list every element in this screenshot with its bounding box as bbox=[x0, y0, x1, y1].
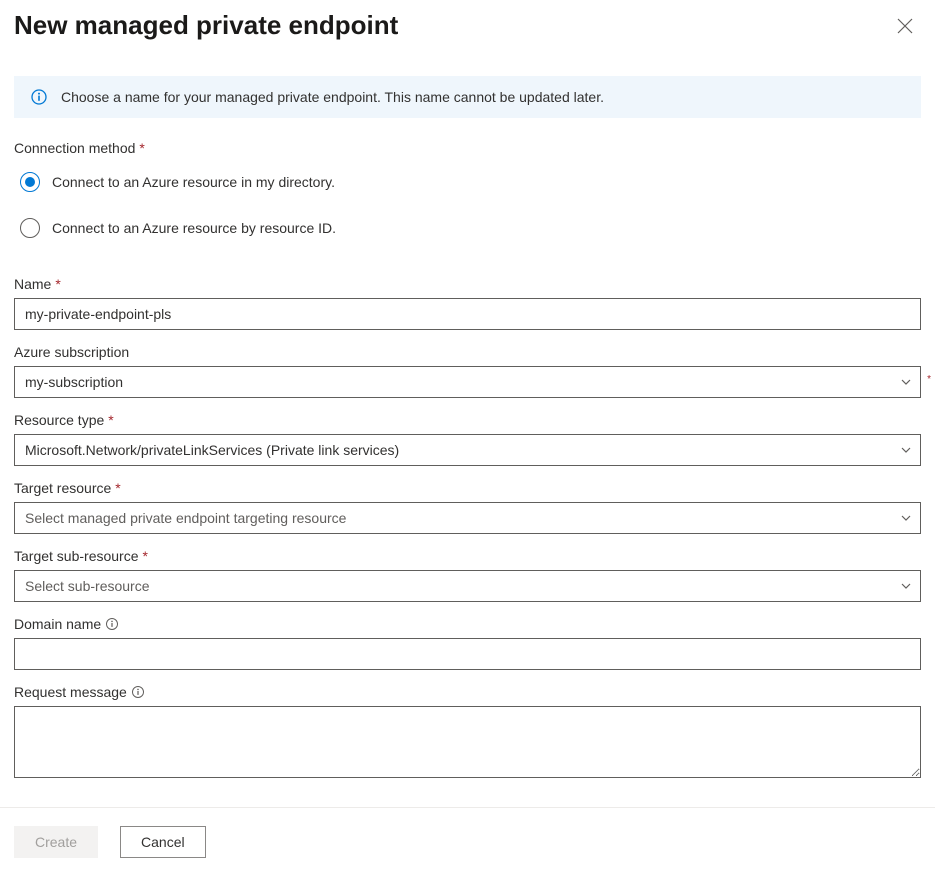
subscription-value: my-subscription bbox=[25, 374, 123, 390]
chevron-down-icon bbox=[900, 376, 912, 388]
domain-name-label-row: Domain name bbox=[14, 616, 921, 632]
info-banner-text: Choose a name for your managed private e… bbox=[61, 89, 604, 105]
target-subresource-placeholder: Select sub-resource bbox=[25, 578, 150, 594]
connection-method-label-row: Connection method * bbox=[14, 140, 921, 156]
target-subresource-label-row: Target sub-resource * bbox=[14, 548, 921, 564]
connection-method-label: Connection method bbox=[14, 140, 135, 156]
close-button[interactable] bbox=[893, 14, 917, 41]
domain-name-label: Domain name bbox=[14, 616, 101, 632]
request-message-textarea[interactable] bbox=[14, 706, 921, 778]
target-subresource-label: Target sub-resource bbox=[14, 548, 139, 564]
required-indicator: * bbox=[143, 549, 148, 563]
connection-method-option-resource-id[interactable]: Connect to an Azure resource by resource… bbox=[14, 210, 921, 246]
target-subresource-select[interactable]: Select sub-resource bbox=[14, 570, 921, 602]
panel-body: Choose a name for your managed private e… bbox=[0, 46, 935, 807]
name-label: Name bbox=[14, 276, 51, 292]
required-indicator: * bbox=[55, 277, 60, 291]
resource-type-label: Resource type bbox=[14, 412, 104, 428]
request-message-label-row: Request message bbox=[14, 684, 921, 700]
chevron-down-icon bbox=[900, 444, 912, 456]
subscription-label: Azure subscription bbox=[14, 344, 129, 360]
radio-icon bbox=[20, 172, 40, 192]
panel-title: New managed private endpoint bbox=[14, 8, 398, 42]
panel-footer: Create Cancel bbox=[0, 807, 935, 882]
info-banner: Choose a name for your managed private e… bbox=[14, 76, 921, 118]
radio-label: Connect to an Azure resource by resource… bbox=[52, 220, 336, 236]
new-managed-private-endpoint-panel: New managed private endpoint Choose a na… bbox=[0, 0, 935, 882]
resource-type-value: Microsoft.Network/privateLinkServices (P… bbox=[25, 442, 399, 458]
name-input[interactable] bbox=[14, 298, 921, 330]
domain-name-input[interactable] bbox=[14, 638, 921, 670]
name-label-row: Name * bbox=[14, 276, 921, 292]
resource-type-label-row: Resource type * bbox=[14, 412, 921, 428]
create-button[interactable]: Create bbox=[14, 826, 98, 858]
target-resource-label-row: Target resource * bbox=[14, 480, 921, 496]
target-resource-placeholder: Select managed private endpoint targetin… bbox=[25, 510, 346, 526]
required-indicator: * bbox=[108, 413, 113, 427]
radio-icon bbox=[20, 218, 40, 238]
resource-type-select[interactable]: Microsoft.Network/privateLinkServices (P… bbox=[14, 434, 921, 466]
target-resource-select[interactable]: Select managed private endpoint targetin… bbox=[14, 502, 921, 534]
chevron-down-icon bbox=[900, 512, 912, 524]
info-icon bbox=[31, 89, 47, 105]
required-indicator: * bbox=[115, 481, 120, 495]
subscription-label-row: Azure subscription bbox=[14, 344, 921, 360]
info-icon[interactable] bbox=[131, 685, 145, 699]
info-icon[interactable] bbox=[105, 617, 119, 631]
request-message-label: Request message bbox=[14, 684, 127, 700]
close-icon bbox=[897, 22, 913, 37]
required-indicator: * bbox=[927, 374, 931, 385]
required-indicator: * bbox=[139, 141, 144, 155]
target-resource-label: Target resource bbox=[14, 480, 111, 496]
chevron-down-icon bbox=[900, 580, 912, 592]
connection-method-radio-group: Connect to an Azure resource in my direc… bbox=[14, 164, 921, 246]
panel-header: New managed private endpoint bbox=[0, 0, 935, 46]
radio-label: Connect to an Azure resource in my direc… bbox=[52, 174, 335, 190]
subscription-select[interactable]: my-subscription bbox=[14, 366, 921, 398]
cancel-button[interactable]: Cancel bbox=[120, 826, 206, 858]
connection-method-option-directory[interactable]: Connect to an Azure resource in my direc… bbox=[14, 164, 921, 200]
